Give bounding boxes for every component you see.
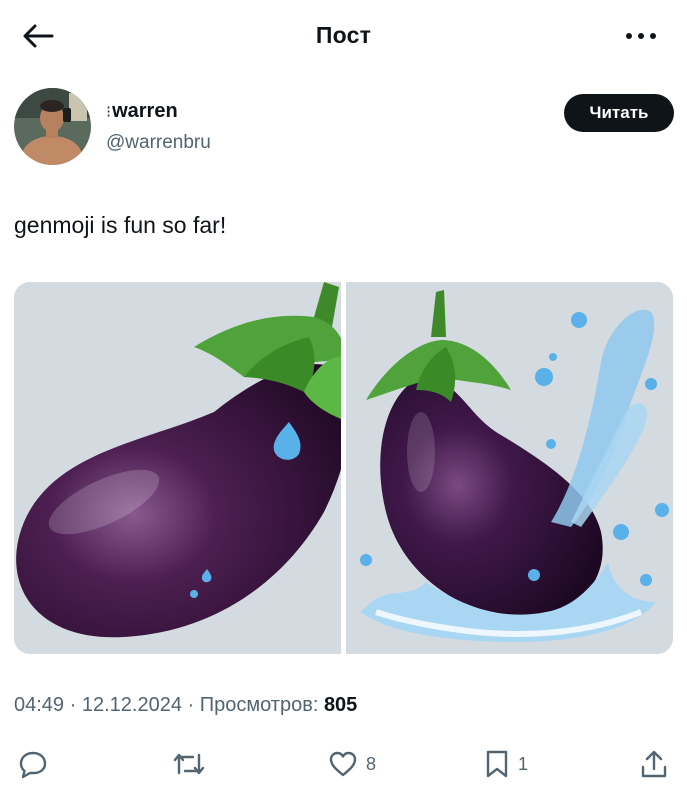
page-title: Пост [315,22,372,48]
avatar[interactable] [14,88,91,165]
heart-icon [329,751,357,777]
post-media [14,282,673,654]
name-prefix: ⁝ [106,104,112,121]
author-name-text: warren [112,100,178,122]
post-date[interactable]: 12.12.2024 [82,694,182,716]
eggplant-splash-image [346,282,673,654]
share-icon [641,750,667,778]
repost-button[interactable] [172,744,214,784]
meta-separator: · [64,694,82,716]
media-image-1[interactable] [14,282,341,654]
meta-separator: · [181,694,200,716]
views-label: Просмотров: [199,694,324,716]
bookmark-button[interactable]: 1 [484,744,528,784]
author-row: ⁝warren @warrenbru Читать [14,88,674,168]
more-horizontal-icon [626,33,656,39]
top-bar: Пост [0,0,687,72]
like-button[interactable]: 8 [328,744,376,784]
share-button[interactable] [640,744,668,784]
media-image-2[interactable] [346,282,673,654]
views-count: 805 [323,694,358,716]
author-display-name[interactable]: ⁝warren [106,100,178,123]
bookmark-icon [486,750,508,778]
like-count: 8 [366,753,377,774]
follow-button[interactable]: Читать [564,94,674,132]
repost-icon [173,753,205,775]
author-handle[interactable]: @warrenbru [106,132,211,154]
avatar-image [14,88,91,165]
post-text: genmoji is fun so far! [14,212,227,238]
reply-icon [19,751,47,779]
action-bar: 8 1 [14,740,674,788]
eggplant-droplets-image [14,282,341,654]
post-meta: 04:49 · 12.12.2024 · Просмотров: 805 [14,694,357,717]
post-time[interactable]: 04:49 [14,694,64,716]
bookmark-count: 1 [518,753,529,774]
reply-button[interactable] [18,744,56,784]
more-options-button[interactable] [623,22,659,50]
